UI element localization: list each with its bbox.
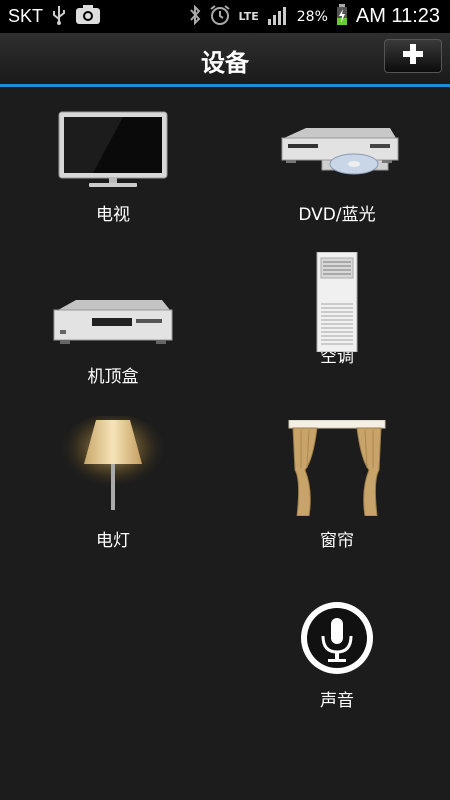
device-tv[interactable]: 电视 — [18, 104, 208, 225]
plus-icon — [402, 43, 424, 69]
lte-icon: LTE — [238, 9, 259, 23]
device-dvd[interactable]: DVD/蓝光 — [242, 104, 432, 225]
bluetooth-icon — [189, 4, 201, 29]
device-voice[interactable]: 声音 — [242, 588, 432, 711]
device-air-conditioner[interactable]: 空调 — [242, 251, 432, 367]
carrier-label: SKT — [8, 6, 44, 26]
add-device-button[interactable] — [384, 39, 442, 73]
device-label: 声音 — [320, 691, 354, 711]
page-title: 设备 — [201, 49, 249, 77]
air-conditioner-icon — [315, 251, 359, 356]
device-lamp[interactable]: 电灯 — [18, 414, 208, 551]
app-header: 设备 — [0, 33, 450, 87]
device-curtain[interactable]: 窗帘 — [242, 419, 432, 551]
curtain-icon — [287, 419, 387, 520]
image-icon — [75, 4, 101, 29]
tv-icon — [53, 110, 173, 194]
usb-icon — [51, 5, 67, 29]
device-label: 机顶盒 — [87, 367, 139, 387]
set-top-box-icon — [50, 292, 176, 356]
microphone-icon — [299, 600, 375, 680]
signal-icon — [267, 5, 289, 29]
dvd-player-icon — [272, 108, 402, 194]
alarm-icon — [209, 4, 231, 30]
battery-charging-icon — [336, 3, 348, 30]
device-label: 电灯 — [96, 531, 130, 551]
clock: AM 11:23 — [355, 5, 440, 27]
status-bar: SKT LTE 28% AM 11:23 — [0, 0, 450, 33]
lamp-icon — [58, 414, 168, 520]
device-label: 窗帘 — [320, 531, 354, 551]
device-label: DVD/蓝光 — [298, 205, 376, 225]
device-set-top-box[interactable]: 机顶盒 — [18, 266, 208, 387]
device-label: 电视 — [96, 205, 130, 225]
battery-percent: 28% — [296, 8, 328, 25]
